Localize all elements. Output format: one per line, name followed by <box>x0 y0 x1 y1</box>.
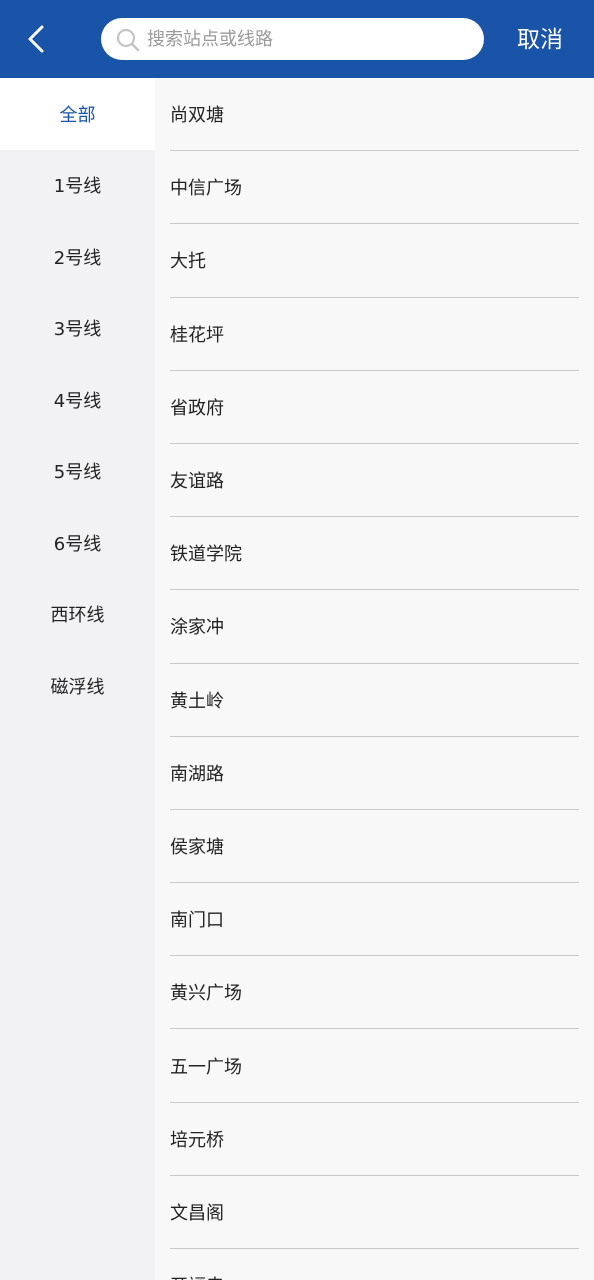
line-filter-item[interactable]: 5号线 <box>0 436 155 508</box>
top-bar: 取消 <box>0 0 594 78</box>
search-icon <box>116 28 140 52</box>
line-filter-sidebar: 全部 1号线 2号线 3号线 4号线 5号线 6号线 西环线 磁浮线 <box>0 78 155 1280</box>
station-list-item[interactable]: 黄兴广场 <box>170 956 579 1030</box>
cancel-button[interactable]: 取消 <box>510 22 570 58</box>
station-list-item[interactable]: 侯家塘 <box>170 810 579 884</box>
station-list-item[interactable]: 涂家冲 <box>170 590 579 664</box>
line-filter-item[interactable]: 2号线 <box>0 221 155 293</box>
station-list-item[interactable]: 中信广场 <box>170 151 579 225</box>
chevron-left-icon <box>28 25 44 53</box>
station-list-item[interactable]: 铁道学院 <box>170 517 579 591</box>
line-filter-item[interactable]: 1号线 <box>0 150 155 222</box>
back-button[interactable] <box>18 19 54 59</box>
search-input[interactable] <box>147 18 467 60</box>
station-list-item[interactable]: 尚双塘 <box>170 78 579 152</box>
line-filter-item[interactable]: 全部 <box>0 78 155 150</box>
station-list: 尚双塘 中信广场 大托 桂花坪 省政府 友谊路 铁道学院 涂家冲 黄土岭 南湖路 侯家塘 南门口 黄兴广… <box>155 78 594 1280</box>
station-list-item[interactable]: 五一广场 <box>170 1029 579 1103</box>
line-filter-item[interactable]: 4号线 <box>0 364 155 436</box>
station-list-item[interactable]: 黄土岭 <box>170 664 579 737</box>
station-list-item[interactable]: 开福寺 <box>170 1249 579 1280</box>
line-filter-item[interactable]: 3号线 <box>0 293 155 365</box>
search-box[interactable] <box>101 18 484 60</box>
station-list-item[interactable]: 文昌阁 <box>170 1176 579 1249</box>
line-filter-item[interactable]: 磁浮线 <box>0 650 155 722</box>
station-list-item[interactable]: 南湖路 <box>170 737 579 810</box>
station-list-item[interactable]: 省政府 <box>170 371 579 444</box>
line-filter-item[interactable]: 6号线 <box>0 507 155 579</box>
station-list-item[interactable]: 南门口 <box>170 883 579 957</box>
station-list-item[interactable]: 友谊路 <box>170 444 579 518</box>
station-list-item[interactable]: 大托 <box>170 224 579 298</box>
line-filter-item[interactable]: 西环线 <box>0 579 155 651</box>
station-list-item[interactable]: 桂花坪 <box>170 298 579 371</box>
station-list-item[interactable]: 培元桥 <box>170 1103 579 1176</box>
